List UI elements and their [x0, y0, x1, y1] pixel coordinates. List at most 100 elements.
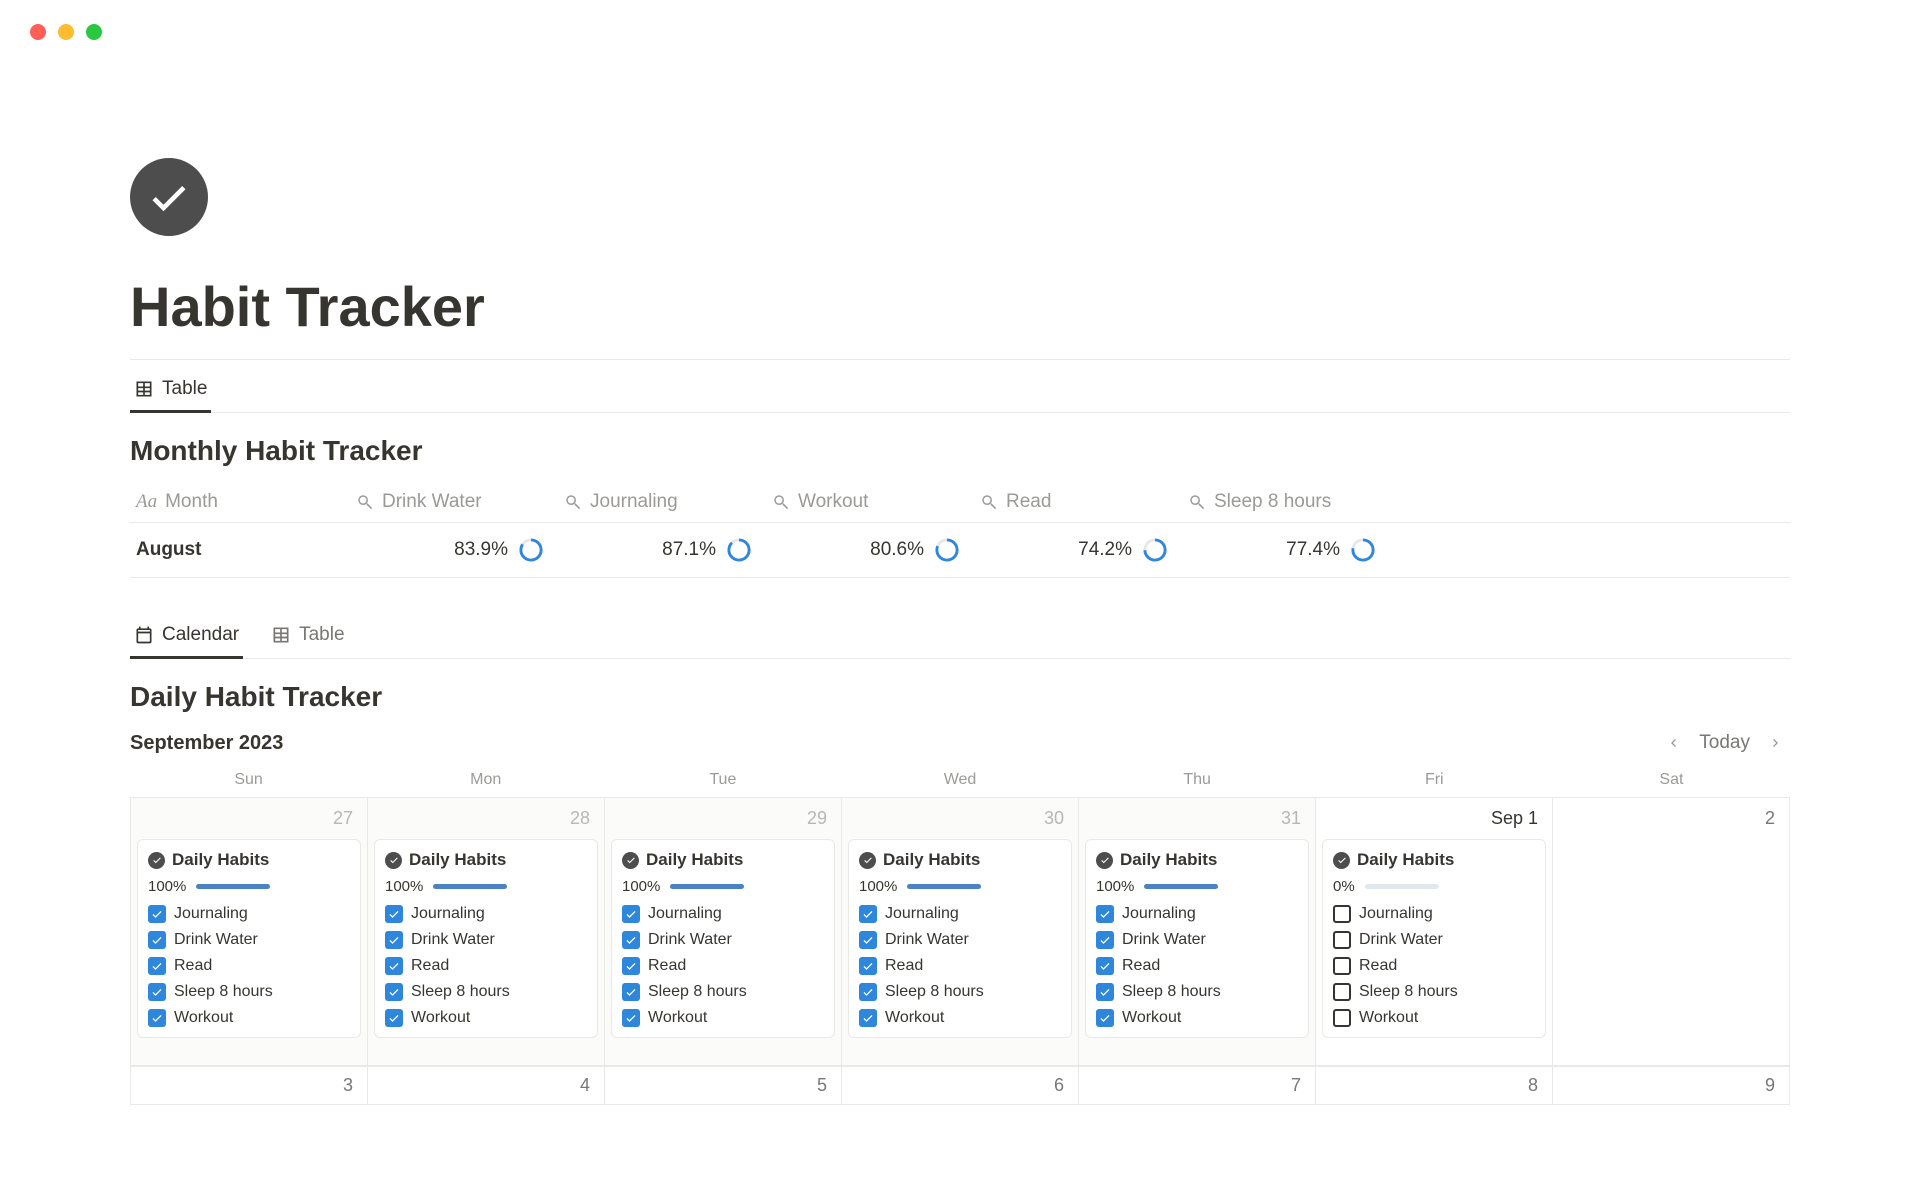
col-sleep[interactable]: Sleep 8 hours [1182, 491, 1390, 513]
daily-habits-card[interactable]: Daily Habits100%JournalingDrink WaterRea… [374, 839, 598, 1038]
tab-calendar[interactable]: Calendar [130, 614, 243, 658]
checkbox[interactable] [385, 1009, 403, 1027]
tab-table[interactable]: Table [130, 368, 211, 412]
checkbox[interactable] [622, 905, 640, 923]
checkbox[interactable] [1096, 1009, 1114, 1027]
close-window-btn[interactable] [30, 24, 46, 40]
habit-item[interactable]: Read [148, 953, 350, 979]
calendar-cell[interactable]: 6 [842, 1067, 1079, 1105]
habit-item[interactable]: Workout [859, 1005, 1061, 1031]
daily-habits-card[interactable]: Daily Habits100%JournalingDrink WaterRea… [137, 839, 361, 1038]
checkbox[interactable] [1333, 931, 1351, 949]
checkbox[interactable] [148, 957, 166, 975]
habit-item[interactable]: Journaling [1333, 901, 1535, 927]
calendar-cell[interactable]: 27Daily Habits100%JournalingDrink WaterR… [131, 798, 368, 1066]
habit-item[interactable]: Sleep 8 hours [859, 979, 1061, 1005]
calendar-cell[interactable]: 30Daily Habits100%JournalingDrink WaterR… [842, 798, 1079, 1066]
habit-item[interactable]: Read [1096, 953, 1298, 979]
col-month[interactable]: Aa Month [130, 491, 350, 513]
today-btn[interactable]: Today [1699, 732, 1750, 754]
checkbox[interactable] [1096, 983, 1114, 1001]
calendar-cell[interactable]: 4 [368, 1067, 605, 1105]
monthly-row-august[interactable]: August 83.9% 87.1% 80.6% 74.2% 77.4% [130, 523, 1790, 577]
checkbox[interactable] [148, 1009, 166, 1027]
daily-habits-card[interactable]: Daily Habits100%JournalingDrink WaterRea… [611, 839, 835, 1038]
checkbox[interactable] [859, 957, 877, 975]
col-workout[interactable]: Workout [766, 491, 974, 513]
checkbox[interactable] [622, 957, 640, 975]
habit-label: Drink Water [174, 931, 258, 949]
checkbox[interactable] [148, 931, 166, 949]
calendar-cell[interactable]: 28Daily Habits100%JournalingDrink WaterR… [368, 798, 605, 1066]
calendar-cell[interactable]: 3 [131, 1067, 368, 1105]
checkbox[interactable] [1096, 931, 1114, 949]
prev-month-btn[interactable] [1659, 731, 1687, 755]
habit-item[interactable]: Journaling [622, 901, 824, 927]
maximize-window-btn[interactable] [86, 24, 102, 40]
checkbox[interactable] [1096, 905, 1114, 923]
checkbox[interactable] [859, 1009, 877, 1027]
checkbox[interactable] [1333, 1009, 1351, 1027]
habit-item[interactable]: Sleep 8 hours [1096, 979, 1298, 1005]
checkbox[interactable] [148, 983, 166, 1001]
checkbox[interactable] [385, 931, 403, 949]
calendar-cell[interactable]: Sep 1Daily Habits0%JournalingDrink Water… [1316, 798, 1553, 1066]
habit-item[interactable]: Read [622, 953, 824, 979]
calendar-cell[interactable]: 5 [605, 1067, 842, 1105]
tab-table-daily[interactable]: Table [267, 614, 348, 658]
checkbox[interactable] [1333, 957, 1351, 975]
habit-item[interactable]: Read [1333, 953, 1535, 979]
habit-item[interactable]: Drink Water [859, 927, 1061, 953]
col-journaling[interactable]: Journaling [558, 491, 766, 513]
habit-item[interactable]: Workout [148, 1005, 350, 1031]
checkbox[interactable] [622, 1009, 640, 1027]
checkbox[interactable] [385, 957, 403, 975]
habit-item[interactable]: Drink Water [385, 927, 587, 953]
calendar-cell[interactable]: 31Daily Habits100%JournalingDrink WaterR… [1079, 798, 1316, 1066]
calendar-cell[interactable]: 2 [1553, 798, 1790, 1066]
habit-item[interactable]: Journaling [148, 901, 350, 927]
habit-item[interactable]: Workout [1333, 1005, 1535, 1031]
habit-item[interactable]: Read [859, 953, 1061, 979]
col-drink-water[interactable]: Drink Water [350, 491, 558, 513]
habit-item[interactable]: Sleep 8 hours [1333, 979, 1535, 1005]
habit-item[interactable]: Drink Water [1096, 927, 1298, 953]
habit-item[interactable]: Sleep 8 hours [385, 979, 587, 1005]
habit-label: Read [1122, 957, 1160, 975]
habit-item[interactable]: Drink Water [622, 927, 824, 953]
checkbox[interactable] [1333, 905, 1351, 923]
calendar-cell[interactable]: 9 [1553, 1067, 1790, 1105]
checkbox[interactable] [148, 905, 166, 923]
habit-item[interactable]: Sleep 8 hours [622, 979, 824, 1005]
daily-habits-card[interactable]: Daily Habits0%JournalingDrink WaterReadS… [1322, 839, 1546, 1038]
habit-item[interactable]: Drink Water [148, 927, 350, 953]
habit-item[interactable]: Drink Water [1333, 927, 1535, 953]
checkbox[interactable] [859, 983, 877, 1001]
monthly-table-head: Aa Month Drink Water Journaling Workout … [130, 481, 1790, 523]
habit-item[interactable]: Workout [385, 1005, 587, 1031]
col-read[interactable]: Read [974, 491, 1182, 513]
minimize-window-btn[interactable] [58, 24, 74, 40]
habit-item[interactable]: Workout [1096, 1005, 1298, 1031]
habit-item[interactable]: Sleep 8 hours [148, 979, 350, 1005]
checkbox[interactable] [622, 931, 640, 949]
habit-item[interactable]: Journaling [1096, 901, 1298, 927]
calendar-cell[interactable]: 7 [1079, 1067, 1316, 1105]
calendar-cell[interactable]: 29Daily Habits100%JournalingDrink WaterR… [605, 798, 842, 1066]
checkbox[interactable] [385, 905, 403, 923]
habit-item[interactable]: Journaling [385, 901, 587, 927]
progress-bar [433, 884, 507, 889]
habit-item[interactable]: Journaling [859, 901, 1061, 927]
checkbox[interactable] [859, 931, 877, 949]
checkbox[interactable] [385, 983, 403, 1001]
checkbox[interactable] [622, 983, 640, 1001]
daily-habits-card[interactable]: Daily Habits100%JournalingDrink WaterRea… [1085, 839, 1309, 1038]
next-month-btn[interactable] [1762, 731, 1790, 755]
habit-item[interactable]: Read [385, 953, 587, 979]
checkbox[interactable] [859, 905, 877, 923]
calendar-cell[interactable]: 8 [1316, 1067, 1553, 1105]
checkbox[interactable] [1096, 957, 1114, 975]
checkbox[interactable] [1333, 983, 1351, 1001]
habit-item[interactable]: Workout [622, 1005, 824, 1031]
daily-habits-card[interactable]: Daily Habits100%JournalingDrink WaterRea… [848, 839, 1072, 1038]
